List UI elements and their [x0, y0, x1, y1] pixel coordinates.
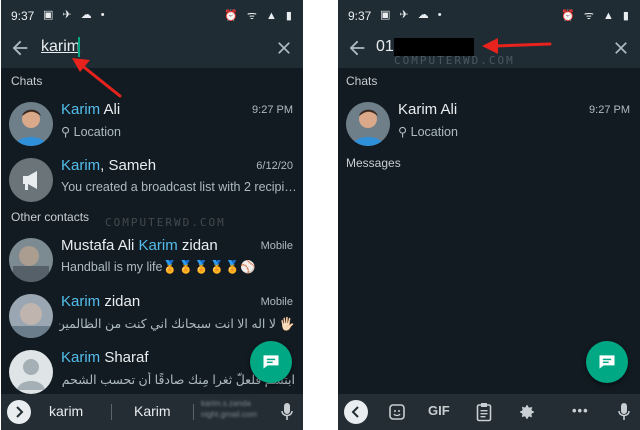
- microphone-icon[interactable]: [618, 403, 630, 421]
- status-time: 9:37: [11, 9, 35, 23]
- chat-row-karim-ali[interactable]: Karim Ali ⚲ Location 9:27 PM: [1, 96, 303, 156]
- more-options-button[interactable]: •••: [572, 403, 589, 418]
- keyboard-toolbar: GIF •••: [338, 394, 640, 430]
- notification-icons: ▣ ✈ ☁ •: [43, 9, 108, 21]
- annotation-arrow-right: [482, 38, 552, 54]
- chat-name: Karim Ali: [61, 101, 121, 118]
- search-bar: karim: [1, 30, 303, 68]
- contact-name: Mustafa Ali Karim zidan: [61, 237, 218, 254]
- chat-time: 9:27 PM: [252, 104, 293, 116]
- suggestion-1[interactable]: karim: [49, 403, 83, 419]
- watermark: COMPUTERWD.COM: [105, 216, 226, 229]
- system-icons: ⏰ ᯤ ▲ ▮: [561, 10, 632, 22]
- section-chats: Chats: [346, 74, 378, 88]
- clear-search-icon[interactable]: [612, 39, 630, 57]
- contact-row[interactable]: Mustafa Ali Karim zidan Handball is my l…: [1, 232, 303, 292]
- back-arrow-icon[interactable]: [346, 37, 368, 59]
- new-chat-button[interactable]: [586, 341, 628, 383]
- settings-gear-icon[interactable]: [518, 403, 536, 421]
- contact-name: Karim zidan: [61, 293, 141, 310]
- chat-subtitle: ⚲ Location: [398, 125, 458, 139]
- chat-row-broadcast[interactable]: Karim, Sameh You created a broadcast lis…: [1, 152, 303, 212]
- contact-name: Karim Sharaf: [61, 349, 149, 366]
- avatar: [9, 102, 53, 146]
- keyboard-suggestion-bar: karim Karim karim.s.zanda night.gmail.co…: [1, 394, 303, 430]
- contact-status: 🖐🏻 لا اله الا انت سبحانك اني كنت من الظا…: [59, 317, 295, 331]
- chat-subtitle: You created a broadcast list with 2 reci…: [61, 180, 295, 194]
- expand-toolbar-button[interactable]: [7, 400, 31, 424]
- phone-left: 9:37 ▣ ✈ ☁ • ⏰ ᯤ ▲ ▮ karim Chats Karim A…: [1, 0, 303, 430]
- contact-type: Mobile: [260, 296, 293, 308]
- divider: [193, 404, 194, 420]
- location-icon: ⚲: [398, 125, 408, 139]
- notification-icons: ▣ ✈ ☁ •: [380, 9, 445, 21]
- sticker-icon[interactable]: [388, 403, 406, 421]
- gif-button[interactable]: GIF: [428, 403, 450, 418]
- status-bar: 9:37 ▣ ✈ ☁ • ⏰ ᯤ ▲ ▮: [1, 0, 303, 30]
- search-input[interactable]: 01: [376, 38, 394, 56]
- new-chat-button[interactable]: [250, 341, 292, 383]
- section-other-contacts: Other contacts: [11, 210, 90, 224]
- annotation-arrow-left: [72, 58, 122, 98]
- status-bar: 9:37 ▣ ✈ ☁ • ⏰ ᯤ ▲ ▮: [338, 0, 640, 30]
- location-icon: ⚲: [61, 125, 71, 139]
- chat-time: 9:27 PM: [589, 104, 630, 116]
- chat-name: Karim Ali: [398, 101, 458, 118]
- default-avatar: [9, 350, 53, 394]
- chevron-left-icon: [351, 406, 359, 418]
- contact-row[interactable]: Karim zidan 🖐🏻 لا اله الا انت سبحانك اني…: [1, 288, 303, 348]
- collapse-toolbar-button[interactable]: [344, 400, 368, 424]
- section-chats: Chats: [11, 74, 43, 88]
- chevron-right-icon: [16, 406, 24, 418]
- clear-search-icon[interactable]: [275, 39, 293, 57]
- chat-subtitle: ⚲ Location: [61, 125, 121, 139]
- avatar: [9, 294, 53, 338]
- suggestion-2[interactable]: Karim: [134, 403, 171, 419]
- avatar: [9, 238, 53, 282]
- broadcast-avatar: [9, 158, 53, 202]
- avatar: [346, 102, 390, 146]
- section-messages: Messages: [346, 156, 401, 170]
- chat-date: 6/12/20: [256, 160, 293, 172]
- contact-status: Handball is my life🏅🏅🏅🏅🏅⚾: [61, 260, 256, 274]
- message-icon: [599, 355, 615, 369]
- phone-right: 9:37 ▣ ✈ ☁ • ⏰ ᯤ ▲ ▮ 01 COMPUTERWD.COM C…: [338, 0, 640, 430]
- divider: [111, 404, 112, 420]
- chat-row-karim-ali[interactable]: Karim Ali ⚲ Location 9:27 PM: [338, 96, 640, 156]
- contact-type: Mobile: [260, 240, 293, 252]
- microphone-icon[interactable]: [281, 403, 293, 421]
- system-icons: ⏰ ᯤ ▲ ▮: [224, 10, 295, 22]
- status-time: 9:37: [348, 9, 372, 23]
- message-icon: [263, 355, 279, 369]
- back-arrow-icon[interactable]: [9, 37, 31, 59]
- clipboard-icon[interactable]: [476, 402, 492, 422]
- chat-name: Karim, Sameh: [61, 157, 157, 174]
